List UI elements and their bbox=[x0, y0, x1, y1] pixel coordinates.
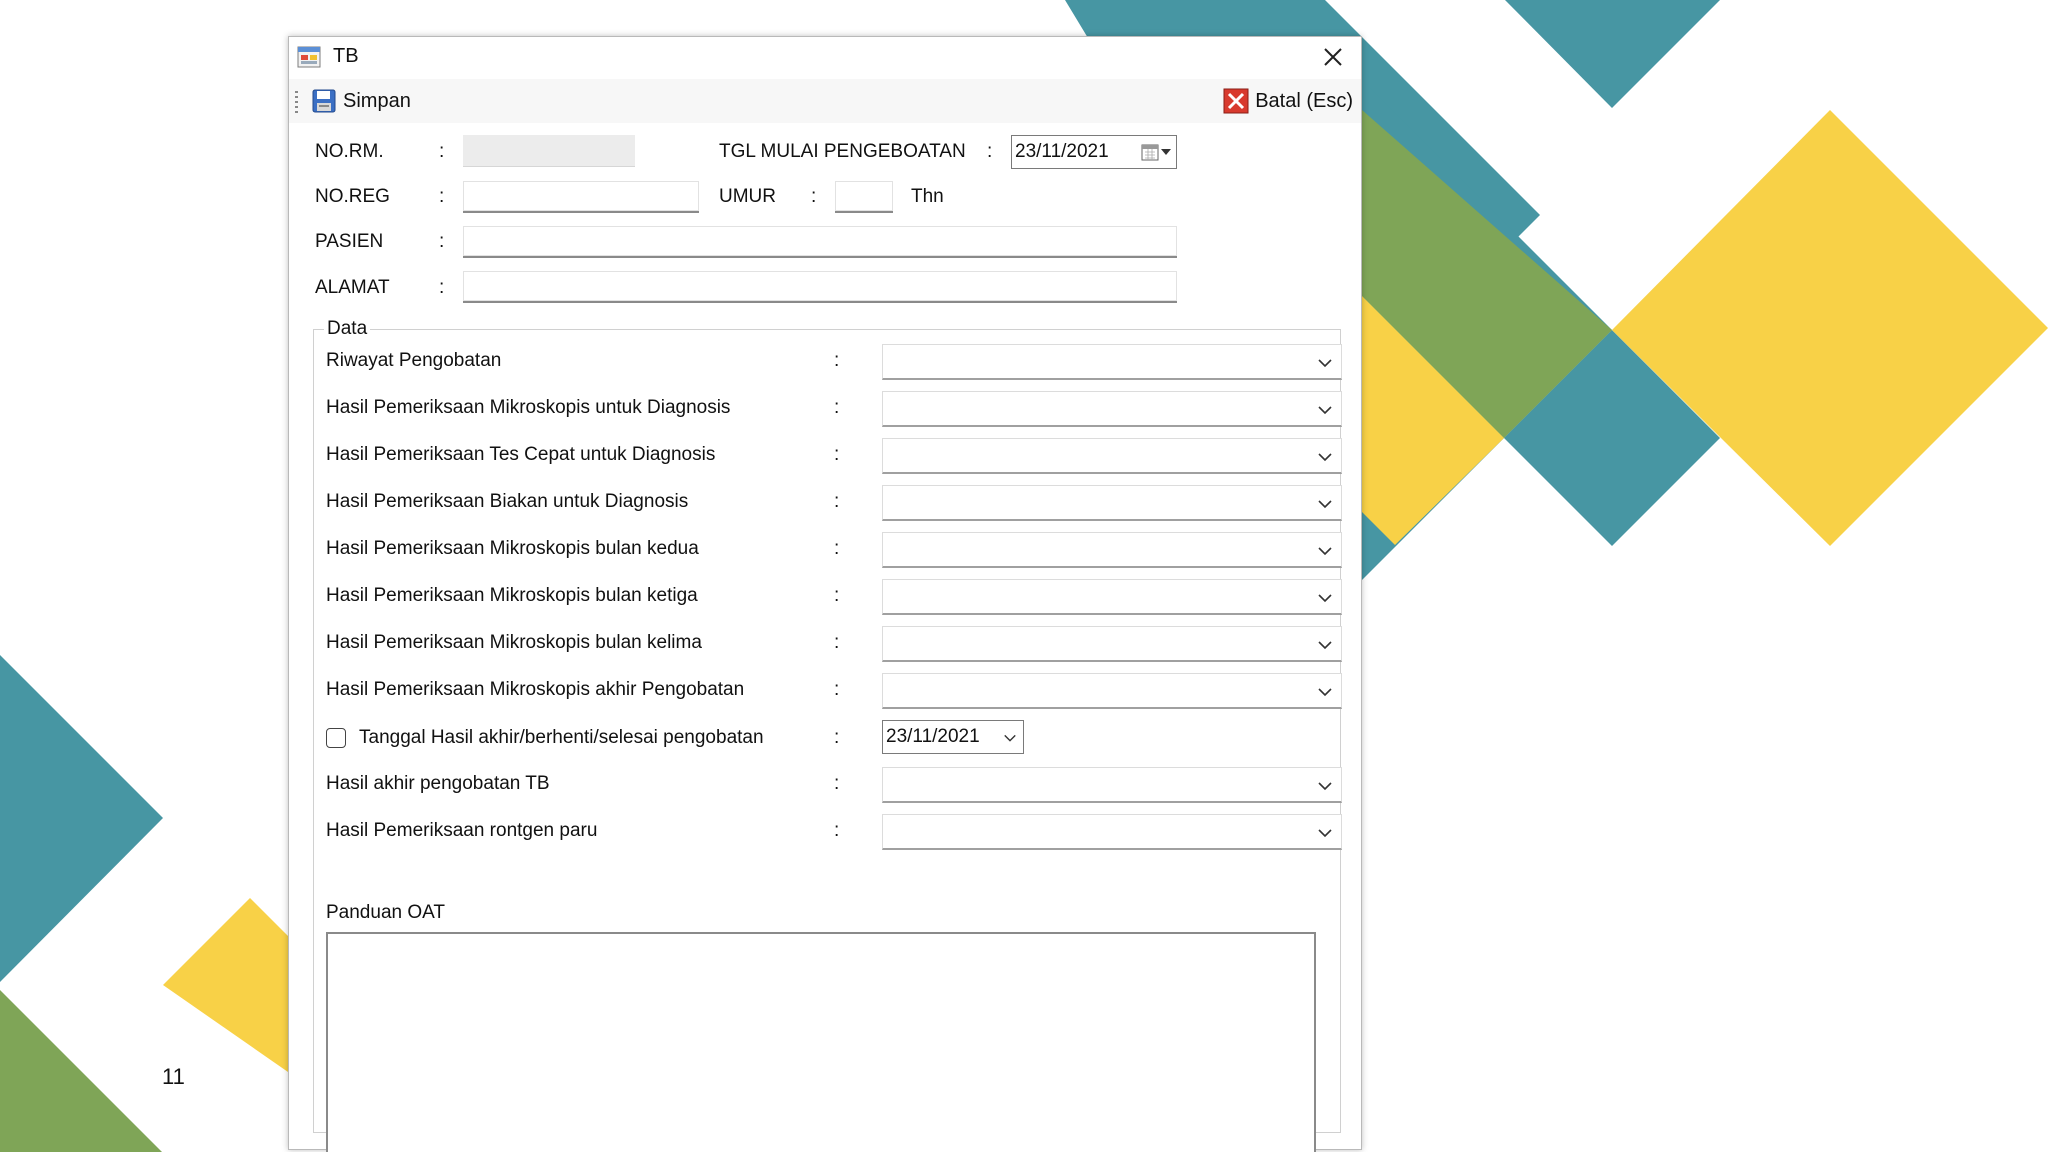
pasien-field[interactable] bbox=[463, 226, 1177, 258]
rontgen-paru-label: Hasil Pemeriksaan rontgen paru bbox=[326, 820, 598, 841]
noreg-field[interactable] bbox=[463, 181, 699, 213]
close-icon bbox=[1324, 48, 1342, 66]
save-label: Simpan bbox=[343, 89, 411, 112]
calendar-icon bbox=[1141, 144, 1159, 161]
chevron-down-icon bbox=[1318, 500, 1332, 509]
colon: : bbox=[834, 632, 840, 653]
tgl-mulai-label: TGL MULAI PENGEBOATAN bbox=[719, 141, 966, 162]
tes-cepat-diagnosis-combo[interactable] bbox=[882, 438, 1342, 474]
toolbar-grip[interactable] bbox=[295, 91, 298, 113]
colon: : bbox=[987, 141, 993, 162]
tgl-mulai-value: 23/11/2021 bbox=[1015, 141, 1109, 162]
title-bar: TB bbox=[289, 37, 1361, 77]
pasien-label: PASIEN bbox=[315, 231, 384, 252]
norm-label: NO.RM. bbox=[315, 141, 384, 162]
riwayat-pengobatan-label: Riwayat Pengobatan bbox=[326, 350, 502, 371]
panduan-oat-textarea[interactable] bbox=[326, 932, 1316, 1152]
group-title: Data bbox=[324, 318, 371, 340]
cancel-button[interactable]: Batal (Esc) bbox=[1219, 85, 1357, 117]
colon: : bbox=[439, 141, 445, 162]
tgl-mulai-datepicker[interactable]: 23/11/2021 bbox=[1011, 135, 1177, 169]
umur-unit: Thn bbox=[911, 186, 944, 207]
mikroskopis-akhir-label: Hasil Pemeriksaan Mikroskopis akhir Peng… bbox=[326, 679, 745, 700]
tanggal-hasil-value: 23/11/2021 bbox=[886, 726, 980, 747]
chevron-down-icon bbox=[1318, 453, 1332, 462]
biakan-diagnosis-combo[interactable] bbox=[882, 485, 1342, 521]
calendar-dropdown-icon[interactable] bbox=[1136, 136, 1176, 168]
norm-field[interactable] bbox=[463, 135, 635, 167]
floppy-disk-icon bbox=[312, 89, 336, 113]
mikroskopis-bulan-kedua-combo[interactable] bbox=[882, 532, 1342, 568]
chevron-down-icon bbox=[1318, 829, 1332, 838]
riwayat-pengobatan-combo[interactable] bbox=[882, 344, 1342, 380]
umur-field[interactable] bbox=[835, 181, 893, 213]
chevron-down-icon bbox=[1318, 359, 1332, 368]
colon: : bbox=[811, 186, 817, 207]
alamat-label: ALAMAT bbox=[315, 277, 390, 298]
hasil-akhir-pengobatan-label: Hasil akhir pengobatan TB bbox=[326, 773, 550, 794]
tb-dialog-window: TB Simpan Batal (Esc) NO.RM. : TGL MULAI… bbox=[288, 36, 1362, 1152]
panduan-oat-label: Panduan OAT bbox=[326, 902, 446, 923]
chevron-down-icon bbox=[1318, 688, 1332, 697]
chevron-down-icon bbox=[1318, 782, 1332, 791]
chevron-down-icon bbox=[1318, 641, 1332, 650]
form-icon bbox=[297, 46, 321, 68]
colon: : bbox=[439, 231, 445, 252]
mikroskopis-bulan-ketiga-combo[interactable] bbox=[882, 579, 1342, 615]
cancel-label: Batal (Esc) bbox=[1255, 89, 1353, 112]
colon: : bbox=[834, 350, 840, 371]
tes-cepat-diagnosis-label: Hasil Pemeriksaan Tes Cepat untuk Diagno… bbox=[326, 444, 716, 465]
triangle-down-icon bbox=[1161, 149, 1171, 155]
colon: : bbox=[834, 727, 840, 748]
red-x-icon bbox=[1223, 88, 1249, 114]
mikroskopis-bulan-kelima-label: Hasil Pemeriksaan Mikroskopis bulan keli… bbox=[326, 632, 702, 653]
rontgen-paru-combo[interactable] bbox=[882, 814, 1342, 850]
noreg-label: NO.REG bbox=[315, 186, 390, 207]
colon: : bbox=[439, 277, 445, 298]
umur-label: UMUR bbox=[719, 186, 776, 207]
data-groupbox: Data Riwayat Pengobatan : Hasil Pemeriks… bbox=[313, 318, 1342, 1152]
chevron-down-icon bbox=[1318, 547, 1332, 556]
window-title: TB bbox=[333, 45, 359, 67]
toolbar: Simpan Batal (Esc) bbox=[289, 79, 1361, 123]
colon: : bbox=[834, 538, 840, 559]
colon: : bbox=[834, 397, 840, 418]
close-button[interactable] bbox=[1313, 39, 1353, 75]
colon: : bbox=[834, 444, 840, 465]
save-button[interactable]: Simpan bbox=[307, 85, 415, 117]
colon: : bbox=[834, 585, 840, 606]
mikroskopis-bulan-kelima-combo[interactable] bbox=[882, 626, 1342, 662]
colon: : bbox=[834, 679, 840, 700]
biakan-diagnosis-label: Hasil Pemeriksaan Biakan untuk Diagnosis bbox=[326, 491, 689, 512]
tanggal-hasil-label: Tanggal Hasil akhir/berhenti/selesai pen… bbox=[359, 727, 764, 748]
mikroskopis-bulan-kedua-label: Hasil Pemeriksaan Mikroskopis bulan kedu… bbox=[326, 538, 699, 559]
alamat-field[interactable] bbox=[463, 271, 1177, 303]
colon: : bbox=[834, 491, 840, 512]
colon: : bbox=[439, 186, 445, 207]
chevron-down-icon bbox=[1318, 406, 1332, 415]
colon: : bbox=[834, 820, 840, 841]
chevron-down-icon bbox=[1004, 734, 1016, 742]
slide-number: 11 bbox=[162, 1064, 185, 1089]
colon: : bbox=[834, 773, 840, 794]
mikroskopis-bulan-ketiga-label: Hasil Pemeriksaan Mikroskopis bulan keti… bbox=[326, 585, 698, 606]
mikroskopis-diagnosis-label: Hasil Pemeriksaan Mikroskopis untuk Diag… bbox=[326, 397, 731, 418]
tanggal-hasil-checkbox[interactable] bbox=[326, 728, 346, 748]
mikroskopis-diagnosis-combo[interactable] bbox=[882, 391, 1342, 427]
chevron-down-icon bbox=[1318, 594, 1332, 603]
hasil-akhir-pengobatan-combo[interactable] bbox=[882, 767, 1342, 803]
tanggal-hasil-datepicker[interactable]: 23/11/2021 bbox=[882, 720, 1024, 754]
mikroskopis-akhir-combo[interactable] bbox=[882, 673, 1342, 709]
